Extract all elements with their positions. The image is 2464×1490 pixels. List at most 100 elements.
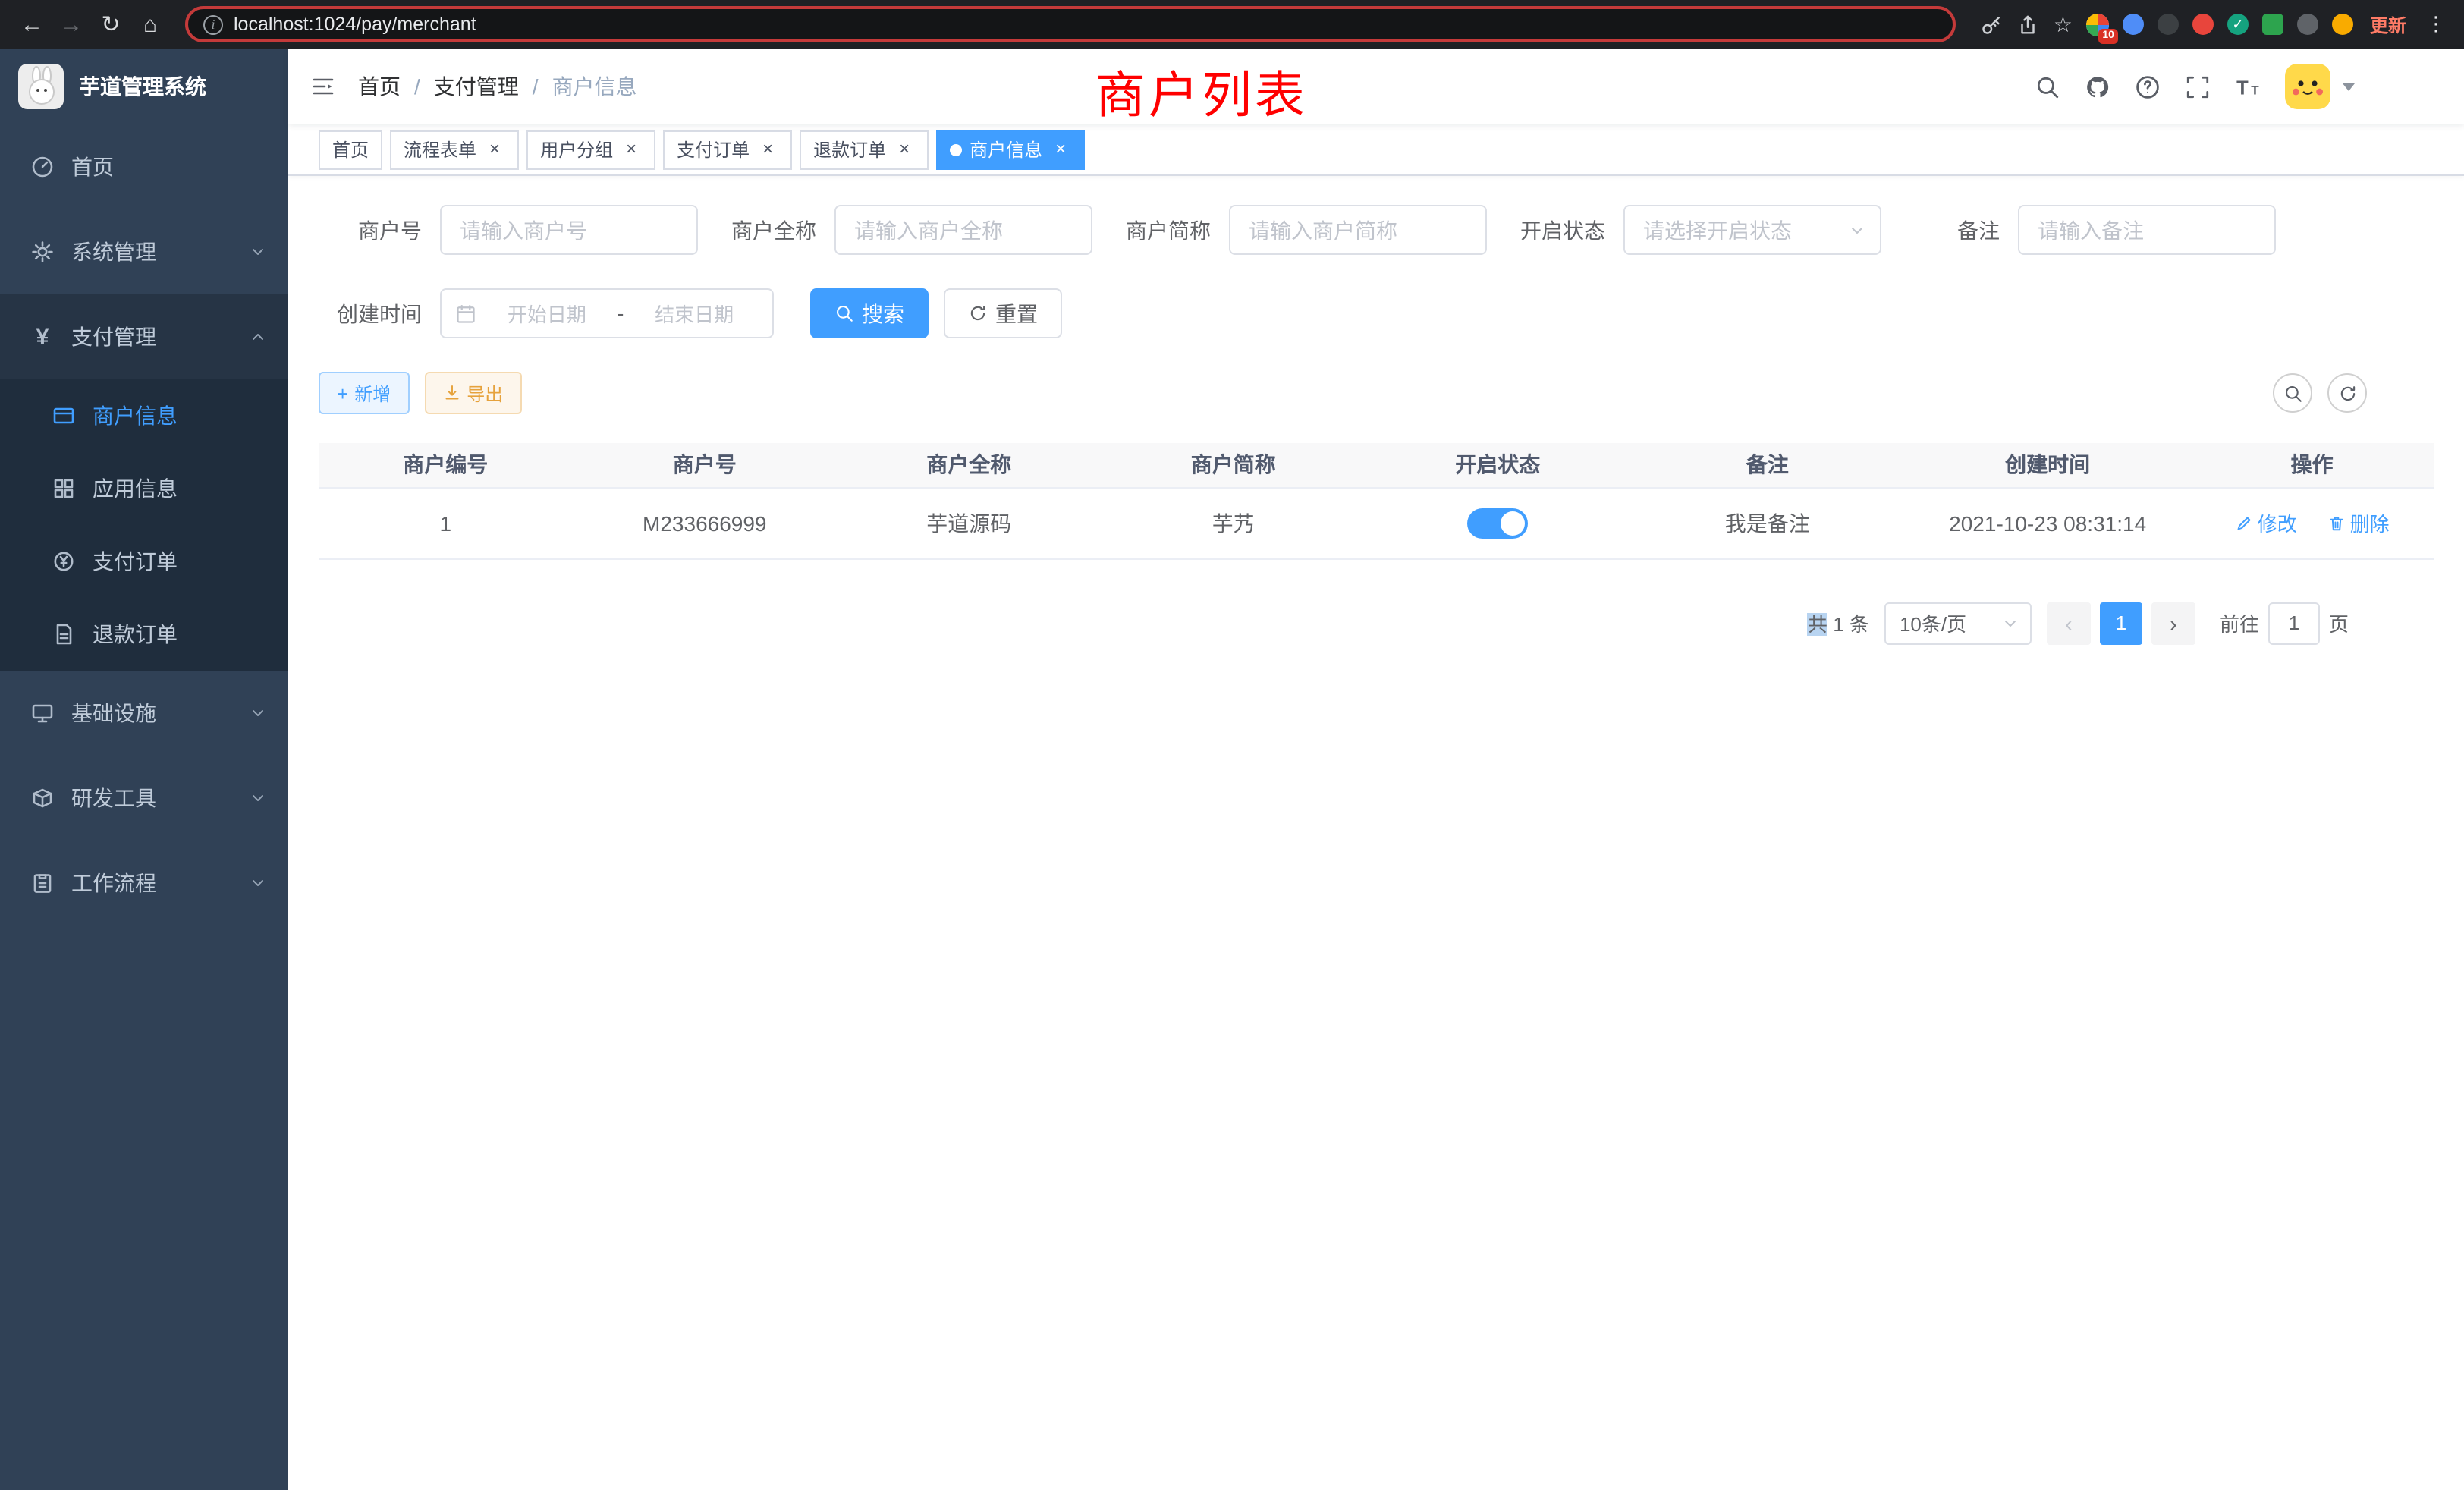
tab-user-group[interactable]: 用户分组× xyxy=(526,130,655,169)
extension-badge: 10 xyxy=(2098,28,2118,43)
cell-create-time: 2021-10-23 08:31:14 xyxy=(1905,487,2190,558)
end-date-placeholder[interactable]: 结束日期 xyxy=(630,299,759,328)
yen-icon: ¥ xyxy=(30,325,55,349)
close-icon[interactable]: × xyxy=(621,139,642,160)
search-icon[interactable] xyxy=(2035,74,2060,99)
extension-dark-icon[interactable] xyxy=(2158,14,2179,35)
password-key-icon[interactable] xyxy=(1981,13,2004,36)
fullscreen-icon[interactable] xyxy=(2185,74,2211,99)
extension-puzzle-icon[interactable] xyxy=(2297,14,2318,35)
sidebar-item-system[interactable]: 系统管理 xyxy=(0,209,288,294)
sidebar-item-dev-tools[interactable]: 研发工具 xyxy=(0,756,288,841)
browser-profile-avatar[interactable] xyxy=(2332,14,2353,35)
reset-button[interactable]: 重置 xyxy=(944,288,1062,338)
breadcrumb-current: 商户信息 xyxy=(552,71,637,102)
extension-green-square-icon[interactable] xyxy=(2262,14,2283,35)
extension-pinwheel-icon[interactable]: 10 xyxy=(2086,13,2109,36)
tab-label: 退款订单 xyxy=(813,137,886,162)
chevron-down-icon xyxy=(249,704,267,722)
page-size-select[interactable]: 10条/页 xyxy=(1884,602,2032,644)
merchant-no-input[interactable] xyxy=(440,205,698,255)
merchant-short-name-input[interactable] xyxy=(1229,205,1487,255)
add-button[interactable]: + 新增 xyxy=(319,372,409,414)
tab-merchant-info[interactable]: 商户信息× xyxy=(936,130,1085,169)
export-button[interactable]: 导出 xyxy=(424,372,521,414)
home-icon[interactable]: ⌂ xyxy=(134,8,167,41)
app-title: 芋道管理系统 xyxy=(79,71,206,102)
merchant-short-name-label: 商户简称 xyxy=(1108,215,1211,245)
breadcrumb-payment[interactable]: 支付管理 xyxy=(434,71,519,102)
tab-home[interactable]: 首页 xyxy=(319,130,382,169)
forward-icon[interactable]: → xyxy=(55,8,88,41)
total-count: 共 1 条 xyxy=(1808,608,1869,637)
tab-process-form[interactable]: 流程表单 × xyxy=(390,130,519,169)
browser-menu-icon[interactable]: ⋮ xyxy=(2423,12,2449,36)
page-1-button[interactable]: 1 xyxy=(2100,602,2142,644)
filter-row-1: 商户号 商户全称 商户简称 开启状态 请选择开启状态 xyxy=(319,205,2434,255)
sidebar: 芋道管理系统 首页 系统管理 ¥ 支付管理 商户信息 xyxy=(0,49,288,1490)
sidebar-item-pay-order[interactable]: 支付订单 xyxy=(0,525,288,598)
toggle-search-button[interactable] xyxy=(2273,373,2312,413)
search-icon xyxy=(834,303,854,323)
sidebar-item-infrastructure[interactable]: 基础设施 xyxy=(0,671,288,756)
navbar: 首页 / 支付管理 / 商户信息 TT xyxy=(288,49,2464,124)
sidebar-item-home[interactable]: 首页 xyxy=(0,124,288,209)
sidebar-item-refund-order[interactable]: 退款订单 xyxy=(0,598,288,671)
browser-update-button[interactable]: 更新 xyxy=(2367,11,2409,37)
status-select[interactable]: 请选择开启状态 xyxy=(1623,205,1881,255)
bookmark-icon[interactable]: ☆ xyxy=(2054,11,2073,37)
dashboard-icon xyxy=(30,155,55,179)
font-size-icon[interactable]: TT xyxy=(2235,74,2261,99)
back-icon[interactable]: ← xyxy=(15,8,49,41)
total-value: 1 xyxy=(1833,613,1843,636)
sidebar-item-label: 退款订单 xyxy=(93,619,267,649)
chevron-up-icon xyxy=(249,328,267,346)
goto-page: 前往 页 xyxy=(2220,602,2349,644)
col-short-name: 商户简称 xyxy=(1102,443,1366,487)
extension-blue-icon[interactable] xyxy=(2123,14,2144,35)
chevron-down-icon xyxy=(249,874,267,892)
sidebar-item-payment[interactable]: ¥ 支付管理 xyxy=(0,294,288,379)
merchant-name-input[interactable] xyxy=(834,205,1092,255)
sidebar-item-merchant-info[interactable]: 商户信息 xyxy=(0,379,288,452)
close-icon[interactable]: × xyxy=(484,139,505,160)
tab-pay-order[interactable]: 支付订单 × xyxy=(663,130,792,169)
delete-button[interactable]: 删除 xyxy=(2327,508,2390,537)
avatar-caret-down-icon[interactable] xyxy=(2343,83,2355,90)
goto-page-input[interactable] xyxy=(2268,602,2320,644)
tab-label: 支付订单 xyxy=(677,137,750,162)
share-icon[interactable] xyxy=(2017,13,2040,36)
app-logo[interactable]: 芋道管理系统 xyxy=(0,49,288,124)
reload-icon[interactable]: ↻ xyxy=(94,8,127,41)
status-switch[interactable] xyxy=(1467,508,1528,538)
user-avatar[interactable] xyxy=(2285,64,2330,109)
trash-icon xyxy=(2327,514,2346,532)
breadcrumb-home[interactable]: 首页 xyxy=(358,71,401,102)
help-icon[interactable] xyxy=(2135,74,2161,99)
edit-button[interactable]: 修改 xyxy=(2235,508,2297,537)
sidebar-item-workflow[interactable]: 工作流程 xyxy=(0,841,288,926)
monitor-icon xyxy=(30,701,55,725)
close-icon[interactable]: × xyxy=(757,139,778,160)
tab-label: 流程表单 xyxy=(404,137,476,162)
calendar-icon xyxy=(455,303,476,324)
page-content: 商户号 商户全称 商户简称 开启状态 请选择开启状态 xyxy=(288,176,2464,1490)
close-icon[interactable]: × xyxy=(894,139,915,160)
sidebar-item-app-info[interactable]: 应用信息 xyxy=(0,452,288,525)
address-bar[interactable]: i localhost:1024/pay/merchant xyxy=(185,6,1956,42)
page-info-icon[interactable]: i xyxy=(203,14,223,34)
date-range-picker[interactable]: 开始日期 - 结束日期 xyxy=(440,288,774,338)
toolbox-icon xyxy=(30,786,55,810)
hamburger-icon[interactable] xyxy=(288,49,358,124)
prev-page-button[interactable]: ‹ xyxy=(2047,602,2091,644)
github-icon[interactable] xyxy=(2085,74,2110,99)
tab-refund-order[interactable]: 退款订单 × xyxy=(800,130,929,169)
extension-check-icon[interactable]: ✓ xyxy=(2227,14,2249,35)
extension-colored-icon[interactable] xyxy=(2192,14,2214,35)
remark-input[interactable] xyxy=(2018,205,2276,255)
close-icon[interactable]: × xyxy=(1050,139,1071,160)
start-date-placeholder[interactable]: 开始日期 xyxy=(482,299,611,328)
refresh-table-button[interactable] xyxy=(2327,373,2367,413)
search-button[interactable]: 搜索 xyxy=(810,288,929,338)
next-page-button[interactable]: › xyxy=(2151,602,2195,644)
